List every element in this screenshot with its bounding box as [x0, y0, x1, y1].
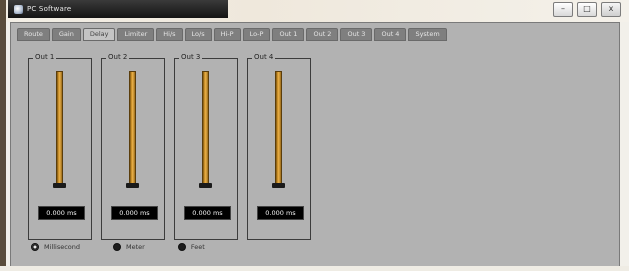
tab-out-4[interactable]: Out 4: [374, 28, 407, 41]
photo-background-bottom: [0, 266, 629, 271]
maximize-button[interactable]: □: [577, 2, 597, 17]
output-group-label: Out 4: [252, 53, 276, 61]
tab-gain[interactable]: Gain: [51, 28, 81, 41]
tab-bar: Route Gain Delay Limiter Hi/s Lo/s Hi-P …: [17, 28, 447, 41]
tab-out-1[interactable]: Out 1: [272, 28, 305, 41]
output-group-out-2: Out 2 0.000 ms: [101, 53, 165, 240]
unit-label: Feet: [190, 243, 205, 251]
delay-fader-track[interactable]: [202, 71, 209, 184]
output-group-out-4: Out 4 0.000 ms: [247, 53, 311, 240]
unit-option-feet[interactable]: Feet: [177, 243, 205, 251]
delay-value-field[interactable]: 0.000 ms: [257, 206, 304, 220]
delay-fader-track[interactable]: [129, 71, 136, 184]
radio-button[interactable]: [113, 243, 122, 251]
delay-value-field[interactable]: 0.000 ms: [184, 206, 231, 220]
delay-value-field[interactable]: 0.000 ms: [111, 206, 158, 220]
delay-fader-track[interactable]: [56, 71, 63, 184]
tab-hi-s[interactable]: Hi/s: [156, 28, 183, 41]
tab-route[interactable]: Route: [17, 28, 50, 41]
delay-fader-handle[interactable]: [272, 183, 285, 188]
photo-background-left: [0, 0, 6, 271]
delay-panel: Route Gain Delay Limiter Hi/s Lo/s Hi-P …: [10, 22, 620, 267]
radio-button[interactable]: [31, 243, 39, 251]
tab-delay[interactable]: Delay: [82, 28, 116, 41]
tab-system[interactable]: System: [408, 28, 447, 41]
window-titlebar[interactable]: PC Software: [8, 0, 228, 18]
delay-fader-track[interactable]: [275, 71, 282, 184]
delay-value-field[interactable]: 0.000 ms: [38, 206, 85, 220]
output-group-out-3: Out 3 0.000 ms: [174, 53, 238, 240]
unit-option-millisecond[interactable]: Millisecond: [31, 243, 80, 251]
delay-fader-handle[interactable]: [53, 183, 66, 188]
output-group-label: Out 2: [106, 53, 130, 61]
tab-hi-p[interactable]: Hi-P: [213, 28, 241, 41]
tab-lo-s[interactable]: Lo/s: [184, 28, 212, 41]
unit-option-meter[interactable]: Meter: [113, 243, 145, 251]
unit-label: Millisecond: [44, 243, 81, 251]
tab-lo-p[interactable]: Lo-P: [242, 28, 271, 41]
delay-unit-selector: Millisecond Meter Feet: [31, 243, 238, 251]
output-group-label: Out 3: [179, 53, 203, 61]
tab-limiter[interactable]: Limiter: [117, 28, 155, 41]
close-button[interactable]: x: [601, 2, 621, 17]
delay-fader-handle[interactable]: [199, 183, 212, 188]
window-title: PC Software: [27, 5, 72, 13]
minimize-button[interactable]: –: [553, 2, 573, 17]
output-group-out-1: Out 1 0.000 ms: [28, 53, 92, 240]
app-icon: [14, 4, 23, 14]
tab-out-2[interactable]: Out 2: [306, 28, 339, 41]
tab-out-3[interactable]: Out 3: [340, 28, 373, 41]
delay-fader-handle[interactable]: [126, 183, 139, 188]
output-group-label: Out 1: [33, 53, 57, 61]
radio-button[interactable]: [177, 243, 186, 251]
unit-label: Meter: [126, 243, 145, 251]
window-controls: – □ x: [553, 2, 621, 17]
